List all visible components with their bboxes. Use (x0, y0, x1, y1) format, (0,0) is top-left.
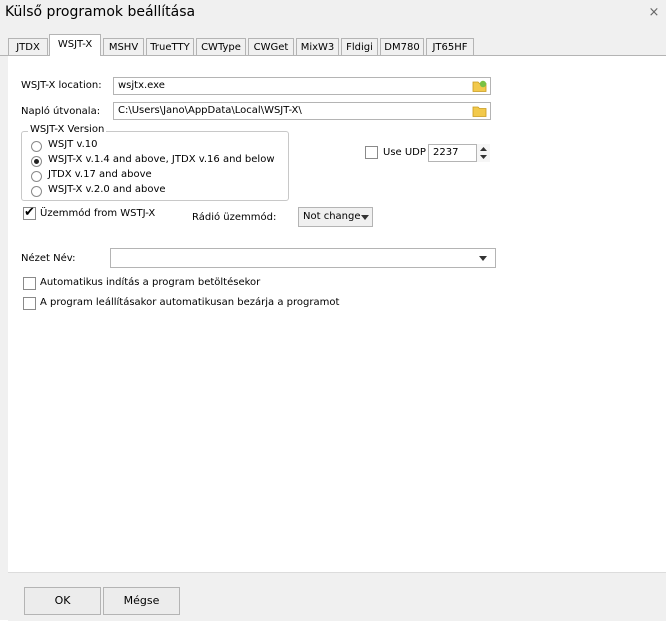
use-udp-label: Use UDP (383, 147, 426, 158)
chevron-down-icon (361, 215, 369, 220)
radio-label: JTDX v.17 and above (48, 169, 152, 180)
autostart-checkbox[interactable] (23, 277, 36, 290)
radio-label: WSJT-X v.2.0 and above (48, 184, 166, 195)
log-path-field[interactable]: C:\Users\Jano\AppData\Local\WSJT-X\ (113, 102, 491, 120)
mode-from-checkbox[interactable]: ✔ (23, 205, 36, 220)
folder-open-icon[interactable] (472, 79, 488, 93)
tab-truetty[interactable]: TrueTTY (146, 38, 194, 55)
radio-wsjtx-v20[interactable] (31, 186, 42, 197)
tab-mshv[interactable]: MSHV (103, 38, 144, 55)
udp-port-stepper[interactable] (476, 144, 490, 162)
autoclose-label: A program leállításakor automatikusan be… (40, 297, 340, 308)
location-label: WSJT-X location: (21, 80, 102, 91)
window-border (0, 56, 8, 620)
tab-fldigi[interactable]: Fldigi (341, 38, 378, 55)
udp-port-value: 2237 (433, 147, 459, 158)
use-udp-checkbox[interactable] (365, 146, 378, 159)
radio-wsjt-v10[interactable] (31, 141, 42, 152)
tab-jtdx[interactable]: JTDX (8, 38, 48, 55)
chevron-down-icon (479, 256, 487, 261)
version-group-title: WSJT-X Version (28, 124, 107, 135)
view-name-label: Nézet Név: (21, 253, 76, 264)
radio-label: WSJT v.10 (48, 139, 98, 150)
log-path-label: Napló útvonala: (21, 106, 101, 117)
folder-icon[interactable] (472, 104, 488, 118)
radio-mode-value: Not change (303, 211, 361, 222)
mode-from-label: Üzemmód from WSTJ-X (40, 208, 156, 219)
cancel-button[interactable]: Mégse (103, 587, 180, 615)
radio-jtdx-v17[interactable] (31, 171, 42, 182)
radio-label: WSJT-X v.1.4 and above, JTDX v.16 and be… (48, 154, 275, 165)
tab-dm780[interactable]: DM780 (380, 38, 424, 55)
tab-mixw3[interactable]: MixW3 (296, 38, 339, 55)
tab-wsjt-x[interactable]: WSJT-X (49, 34, 101, 56)
tab-cwget[interactable]: CWGet (248, 38, 294, 55)
view-name-select[interactable] (110, 248, 496, 268)
tab-jt65hf[interactable]: JT65HF (426, 38, 474, 55)
autostart-label: Automatikus indítás a program betöltések… (40, 277, 261, 288)
window-title: Külső programok beállítása (5, 4, 196, 20)
close-button[interactable]: × (645, 4, 663, 22)
ok-button[interactable]: OK (24, 587, 101, 615)
stepper-arrows-icon (480, 147, 487, 159)
location-field[interactable]: wsjtx.exe (113, 77, 491, 95)
radio-mode-label: Rádió üzemmód: (192, 212, 277, 223)
tab-cwtype[interactable]: CWType (196, 38, 246, 55)
checkmark-icon: ✔ (24, 205, 35, 220)
autoclose-checkbox[interactable] (23, 297, 36, 310)
radio-wsjtx-v14[interactable] (31, 156, 42, 167)
